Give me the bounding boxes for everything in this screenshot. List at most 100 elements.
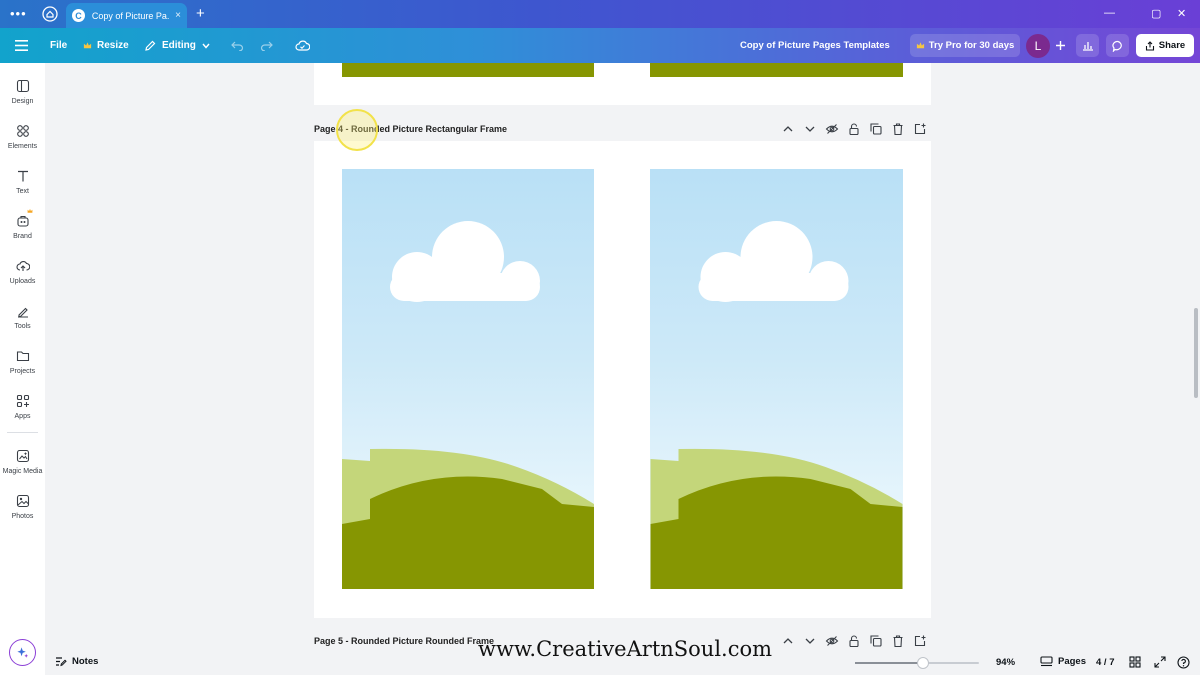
watermark-text: www.CreativeArtnSoul.com [478,637,773,661]
main-menu-button[interactable] [15,28,28,63]
magic-assistant-button[interactable] [9,639,36,666]
page-3-canvas[interactable] [314,63,931,105]
resize-button[interactable]: Resize [83,28,129,63]
lock-icon[interactable] [847,122,861,136]
new-tab-button[interactable]: + [196,5,205,22]
undo-button[interactable] [231,28,244,63]
minimize-icon[interactable]: — [1104,7,1115,19]
picture-frame-right[interactable] [650,169,903,589]
cloud [390,221,540,302]
pages-label: Pages [1058,656,1086,667]
projects-icon [16,351,29,362]
maximize-icon[interactable]: ▢ [1151,7,1161,20]
sidebar-item-label: Text [16,188,29,195]
plus-icon [1056,41,1065,50]
sidebar-item-magic-media[interactable]: Magic Media [0,447,45,487]
add-page-icon[interactable] [913,634,927,648]
chevron-down-icon[interactable] [803,122,817,136]
duplicate-icon[interactable] [869,122,883,136]
chevron-up-icon[interactable] [781,634,795,648]
crown-icon [27,208,33,214]
zoom-level[interactable]: 94% [996,657,1015,668]
canva-favicon-icon: C [72,9,85,22]
sidebar-item-label: Apps [14,413,31,420]
sparkle-icon [17,647,29,658]
sidebar-item-brand[interactable]: Brand [0,212,45,252]
help-icon[interactable] [1177,656,1190,669]
notes-button[interactable]: Notes [55,656,98,667]
comments-button[interactable] [1106,34,1129,57]
editor-toolbar: File Resize Editing Copy of Picture Page… [0,28,1200,63]
sidebar-item-photos[interactable]: Photos [0,492,45,532]
sidebar-item-uploads[interactable]: Uploads [0,257,45,297]
cloud-save-button[interactable] [295,28,310,63]
add-collaborator-button[interactable] [1049,34,1072,57]
browser-menu-icon[interactable]: ••• [10,6,27,21]
crown-icon [83,42,92,49]
tab-close-icon[interactable]: × [175,10,181,21]
trash-icon[interactable] [891,634,905,648]
picture-frame-left[interactable] [342,169,594,589]
home-icon[interactable] [42,6,58,22]
zoom-slider-fill [855,662,924,664]
close-window-icon[interactable]: ✕ [1177,7,1186,20]
editing-label: Editing [162,40,196,51]
sidebar-item-label: Projects [9,368,36,375]
try-pro-label: Try Pro for 30 days [928,40,1015,51]
undo-icon [231,41,244,51]
sidebar-item-label: Tools [14,323,31,330]
share-label: Share [1158,40,1186,51]
browser-tab[interactable]: C Copy of Picture Pa... × [66,3,187,28]
sidebar-item-elements[interactable]: Elements [0,122,45,162]
sidebar-item-projects[interactable]: Projects [0,347,45,387]
page-4-canvas[interactable] [314,141,931,618]
try-pro-button[interactable]: Try Pro for 30 days [910,34,1020,57]
sidebar-divider [7,432,38,433]
canvas-scrollbar[interactable] [1194,308,1198,398]
bar-chart-icon [1082,42,1093,51]
page-5-toolbar [781,634,927,648]
page-5-title[interactable]: Page 5 - Rounded Picture Rounded Frame [314,636,494,646]
grid-view-icon[interactable] [1129,656,1141,668]
resize-label: Resize [97,40,129,51]
trash-icon[interactable] [891,122,905,136]
apps-icon [16,394,29,408]
file-menu-button[interactable]: File [50,28,67,63]
tab-title: Copy of Picture Pa... [91,10,170,21]
magic-media-icon [16,449,29,463]
sidebar-item-design[interactable]: Design [0,77,45,117]
left-sidebar: Design Elements Text Brand Uploads Tools… [0,63,45,675]
cloud [698,221,849,302]
elements-icon [16,125,29,137]
pages-button[interactable]: Pages [1040,656,1086,667]
duplicate-icon[interactable] [869,634,883,648]
share-button[interactable]: Share [1136,34,1194,57]
redo-icon [260,41,273,51]
user-avatar[interactable]: L [1026,34,1050,58]
page-4-toolbar [781,122,927,136]
mouse-cursor-highlight [336,109,378,151]
design-icon [16,79,29,93]
sidebar-item-label: Design [11,98,34,105]
sidebar-item-apps[interactable]: Apps [0,392,45,432]
add-page-icon[interactable] [913,122,927,136]
photos-icon [16,494,29,508]
lock-icon[interactable] [847,634,861,648]
chevron-up-icon[interactable] [781,122,795,136]
document-title[interactable]: Copy of Picture Pages Templates [740,28,890,63]
insights-button[interactable] [1076,34,1099,57]
fullscreen-icon[interactable] [1154,656,1166,668]
hide-page-icon[interactable] [825,122,839,136]
sidebar-item-text[interactable]: Text [0,167,45,207]
redo-button[interactable] [260,28,273,63]
landscape-illustration [650,221,903,589]
pencil-icon [145,40,156,51]
notes-icon [56,657,67,667]
hide-page-icon[interactable] [825,634,839,648]
cloud-check-icon [295,40,310,51]
sidebar-item-tools[interactable]: Tools [0,302,45,342]
uploads-icon [16,260,30,271]
chevron-down-icon[interactable] [803,634,817,648]
editing-mode-button[interactable]: Editing [144,28,210,63]
page-3-grass-left [342,63,594,77]
